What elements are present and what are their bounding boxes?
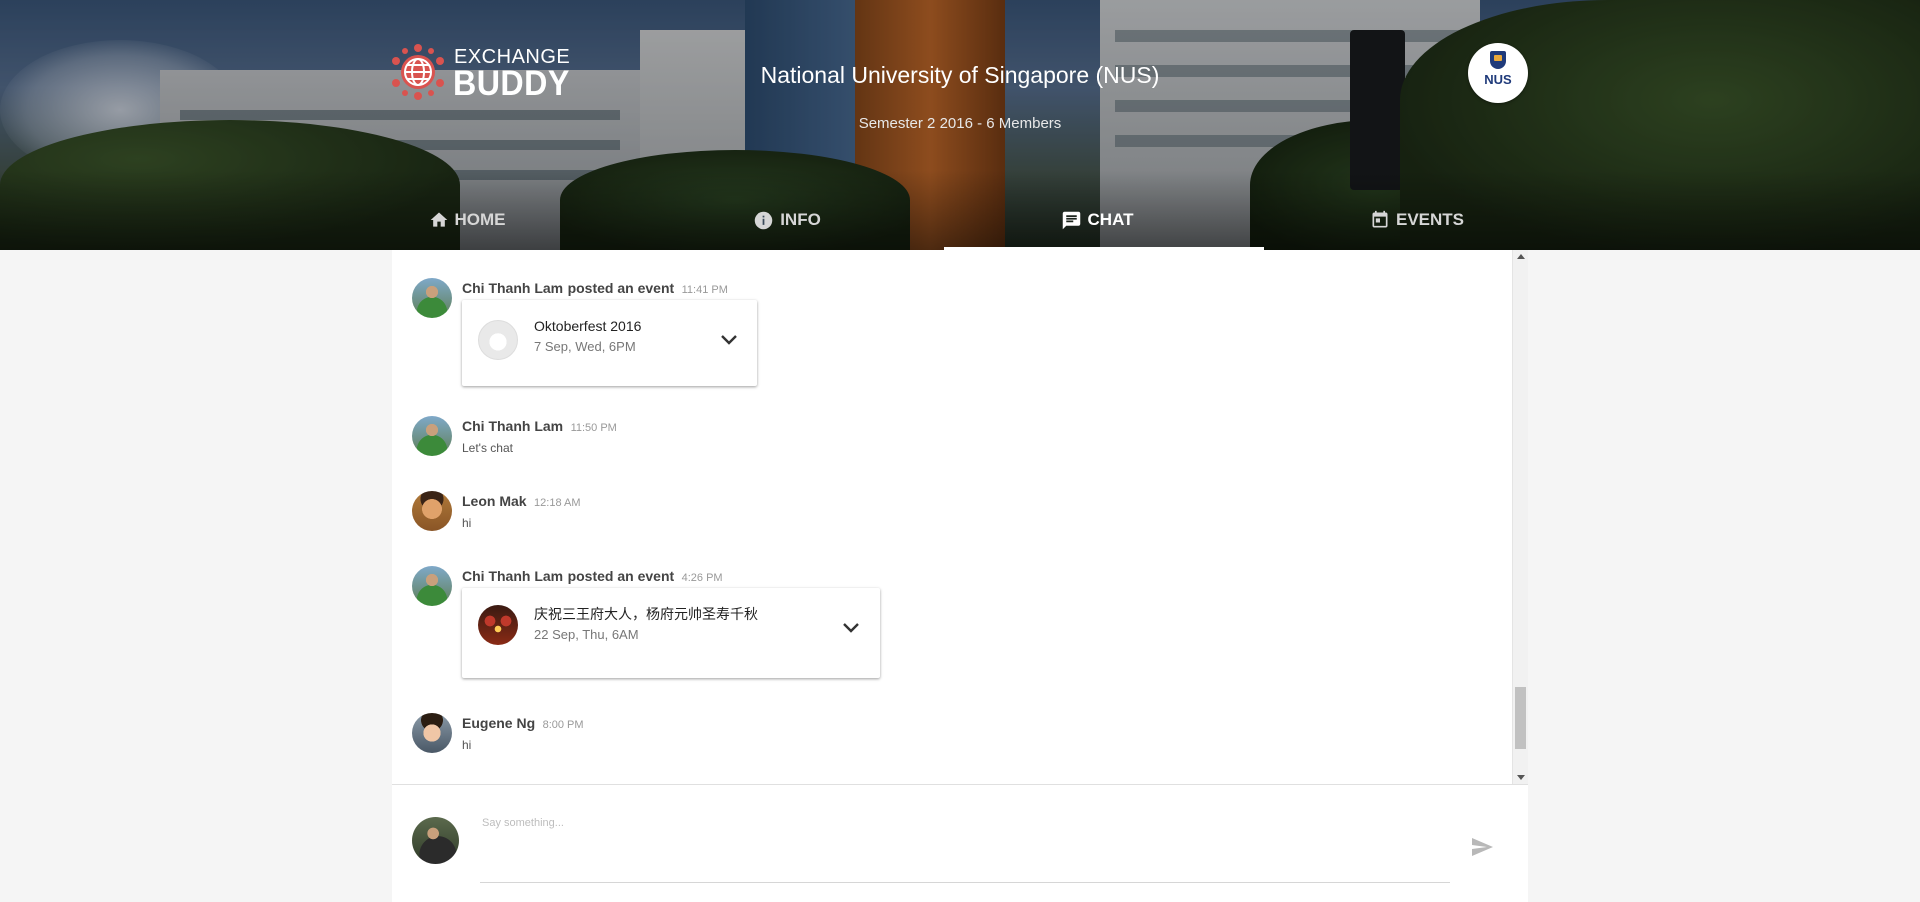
info-icon: [754, 211, 773, 229]
university-badge[interactable]: NUS: [1468, 43, 1528, 103]
group-title: National University of Singapore (NUS): [760, 62, 1160, 88]
avatar[interactable]: [412, 491, 452, 531]
message-action: posted an event: [567, 568, 675, 584]
home-icon: [430, 212, 447, 227]
globe-logo-icon: [392, 44, 444, 100]
input-underline: [480, 882, 1450, 883]
avatar[interactable]: [412, 566, 452, 606]
scroll-up-arrow-icon[interactable]: [1517, 254, 1525, 259]
calendar-icon: [1372, 210, 1388, 228]
message-author[interactable]: Eugene Ng: [462, 715, 535, 731]
message-author[interactable]: Chi Thanh Lam: [462, 568, 563, 584]
avatar[interactable]: [412, 713, 452, 753]
message-header: Chi Thanh Lam posted an event 11:41 PM: [462, 280, 728, 298]
chat-scrollbar[interactable]: [1512, 250, 1528, 784]
tab-home[interactable]: HOME: [392, 190, 542, 250]
chat-icon: [1062, 211, 1080, 229]
tab-chat-label: CHAT: [1087, 210, 1134, 229]
message-header: Eugene Ng 8:00 PM: [462, 715, 584, 733]
avatar[interactable]: [412, 416, 452, 456]
group-subtitle: Semester 2 2016 - 6 Members: [858, 115, 1062, 132]
chevron-down-icon[interactable]: [720, 334, 738, 346]
avatar[interactable]: [412, 278, 452, 318]
tab-home-label: HOME: [454, 210, 506, 229]
message-input[interactable]: [480, 809, 1454, 837]
logo-text-buddy: BUDDY: [453, 64, 570, 103]
message-time: 12:18 AM: [534, 497, 581, 509]
message-text: hi: [462, 516, 472, 530]
message-composer: [392, 784, 1528, 902]
event-title: Oktoberfest 2016: [534, 318, 642, 334]
message-time: 8:00 PM: [542, 719, 584, 731]
exchange-buddy-logo[interactable]: EXCHANGE BUDDY: [392, 44, 570, 103]
message-time: 11:41 PM: [681, 284, 728, 296]
current-user-avatar[interactable]: [412, 817, 459, 864]
event-card[interactable]: Oktoberfest 2016 7 Sep, Wed, 6PM: [462, 300, 757, 386]
message-header: Chi Thanh Lam 11:50 PM: [462, 418, 617, 436]
scrollbar-thumb[interactable]: [1515, 687, 1526, 749]
university-crest-icon: [1490, 51, 1506, 69]
message-text: hi: [462, 738, 472, 752]
send-icon[interactable]: [1470, 835, 1494, 859]
message-text: Let's chat: [462, 441, 513, 455]
event-date: 22 Sep, Thu, 6AM: [534, 627, 639, 642]
message-action: posted an event: [567, 280, 675, 296]
message-author[interactable]: Chi Thanh Lam: [462, 280, 563, 296]
message-time: 11:50 PM: [570, 422, 617, 434]
event-date: 7 Sep, Wed, 6PM: [534, 339, 636, 354]
tab-chat[interactable]: CHAT: [1022, 190, 1172, 250]
event-title: 庆祝三王府大人，杨府元帅圣寿千秋: [534, 606, 758, 622]
message-header: Leon Mak 12:18 AM: [462, 493, 581, 511]
event-thumbnail: [478, 605, 518, 645]
tab-events[interactable]: EVENTS: [1332, 190, 1502, 250]
group-nav: HOME INFO CHAT EVENTS: [392, 190, 1528, 250]
message-author[interactable]: Chi Thanh Lam: [462, 418, 563, 434]
university-badge-text: NUS: [1484, 72, 1512, 87]
message-author[interactable]: Leon Mak: [462, 493, 527, 509]
event-card[interactable]: 庆祝三王府大人，杨府元帅圣寿千秋 22 Sep, Thu, 6AM: [462, 588, 880, 678]
message-header: Chi Thanh Lam posted an event 4:26 PM: [462, 568, 723, 586]
scroll-down-arrow-icon[interactable]: [1517, 775, 1525, 780]
message-time: 4:26 PM: [681, 572, 723, 584]
tab-info[interactable]: INFO: [712, 190, 862, 250]
group-header: EXCHANGE BUDDY National University of Si…: [0, 0, 1920, 250]
event-thumbnail: [478, 320, 518, 360]
tab-info-label: INFO: [780, 210, 821, 229]
chevron-down-icon[interactable]: [842, 622, 860, 634]
tab-events-label: EVENTS: [1395, 210, 1465, 229]
